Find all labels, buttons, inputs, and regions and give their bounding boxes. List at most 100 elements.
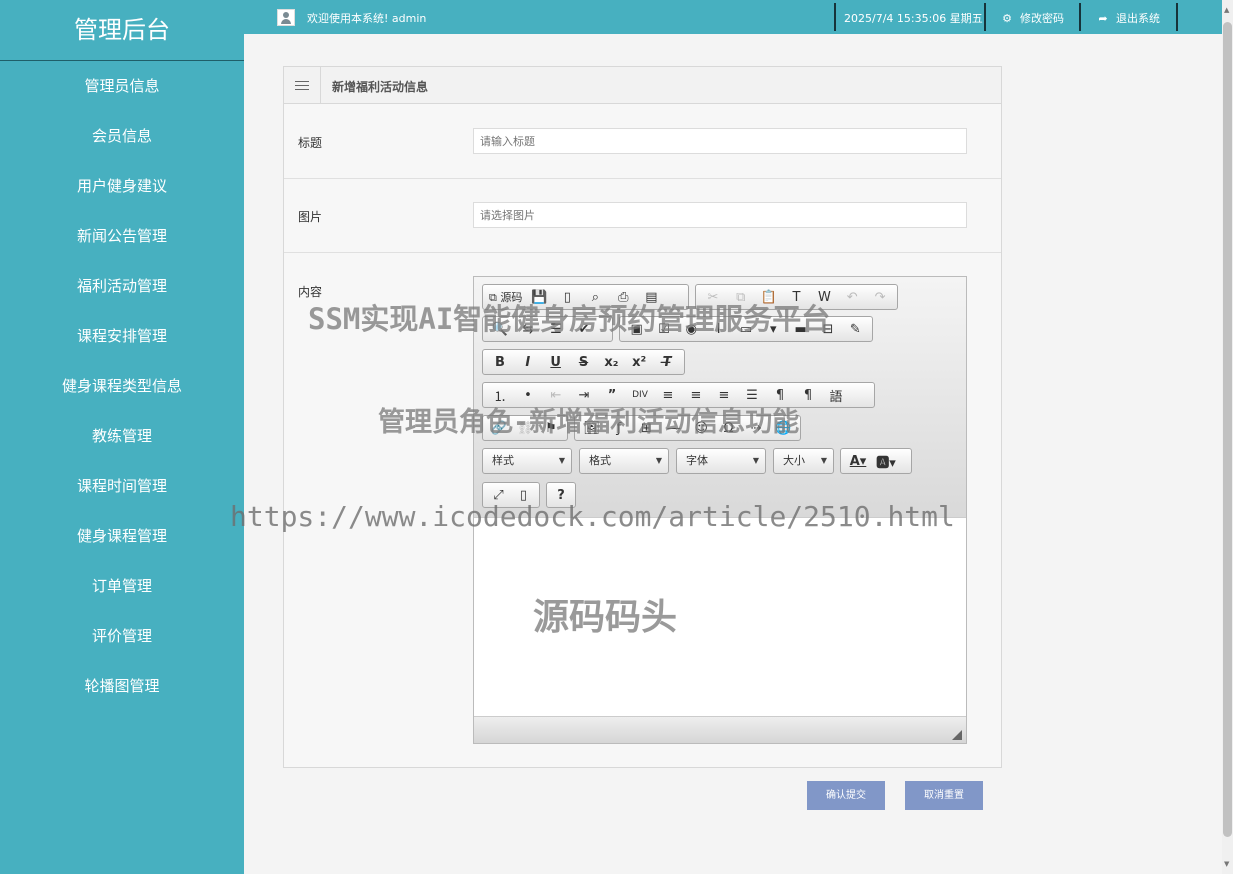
app-brand: 管理后台 bbox=[0, 0, 244, 61]
image-icon[interactable]: 🖼 bbox=[578, 421, 605, 436]
radio-icon[interactable]: ◉ bbox=[678, 322, 705, 337]
flash-icon[interactable]: ƒ bbox=[605, 421, 632, 436]
topbar-divider bbox=[1176, 3, 1178, 31]
reset-button[interactable]: 取消重置 bbox=[905, 781, 983, 810]
sidebar-item-member-info[interactable]: 会员信息 bbox=[0, 111, 244, 161]
format-dropdown-label: 格式 bbox=[589, 454, 611, 467]
align-left-icon[interactable]: ≡ bbox=[654, 388, 682, 403]
sidebar-item-welfare[interactable]: 福利活动管理 bbox=[0, 261, 244, 311]
paste-icon[interactable]: 📋 bbox=[755, 290, 783, 305]
submit-button[interactable]: 确认提交 bbox=[807, 781, 885, 810]
sidebar-item-course-time[interactable]: 课程时间管理 bbox=[0, 461, 244, 511]
size-dropdown[interactable]: 大小 ▼ bbox=[773, 448, 834, 474]
format-dropdown[interactable]: 格式 ▼ bbox=[579, 448, 669, 474]
rtl-icon[interactable]: ¶ bbox=[794, 388, 822, 403]
special-char-omega-icon[interactable]: Ω bbox=[715, 421, 742, 436]
table-icon[interactable]: ⊞ bbox=[633, 421, 660, 436]
change-password-link[interactable]: ⚙ 修改密码 bbox=[1000, 10, 1064, 26]
button-icon[interactable]: ▬ bbox=[787, 322, 814, 337]
underline-icon[interactable]: U bbox=[542, 355, 570, 370]
source-button[interactable]: ⧉ 源码 bbox=[486, 289, 525, 305]
div-container-icon[interactable]: DIV bbox=[626, 390, 654, 400]
maximize-icon[interactable]: ⤢ bbox=[486, 488, 511, 503]
help-icon[interactable]: ? bbox=[550, 488, 572, 503]
paste-word-icon[interactable]: W bbox=[810, 290, 838, 305]
link-icon[interactable]: 🔗 bbox=[486, 421, 512, 436]
sidebar-item-reviews[interactable]: 评价管理 bbox=[0, 611, 244, 661]
logout-link[interactable]: ➦ 退出系统 bbox=[1096, 10, 1160, 26]
sidebar-item-course-schedule[interactable]: 课程安排管理 bbox=[0, 311, 244, 361]
new-page-icon[interactable]: ▯ bbox=[553, 290, 581, 305]
italic-icon[interactable]: I bbox=[514, 355, 542, 370]
sidebar-item-fitness-advice[interactable]: 用户健身建议 bbox=[0, 161, 244, 211]
bulleted-list-icon[interactable]: • bbox=[514, 388, 542, 403]
find-icon[interactable]: 🔍 bbox=[486, 322, 514, 337]
cut-icon[interactable]: ✂ bbox=[699, 290, 727, 305]
styles-dropdown[interactable]: 样式 ▼ bbox=[482, 448, 572, 474]
outdent-icon[interactable]: ⇤ bbox=[542, 388, 570, 403]
hidden-field-icon[interactable]: ✎ bbox=[842, 322, 869, 337]
sidebar-item-fitness-course[interactable]: 健身课程管理 bbox=[0, 511, 244, 561]
sidebar-item-coach[interactable]: 教练管理 bbox=[0, 411, 244, 461]
help-tool-group: ? bbox=[546, 482, 576, 508]
templates-icon[interactable]: ▤ bbox=[637, 290, 665, 305]
textfield-icon[interactable]: I bbox=[705, 322, 732, 337]
iframe-globe-icon[interactable]: 🌐 bbox=[770, 421, 797, 436]
align-right-icon[interactable]: ≡ bbox=[710, 388, 738, 403]
sidebar-item-carousel[interactable]: 轮播图管理 bbox=[0, 661, 244, 711]
scroll-up-arrow-icon[interactable]: ▲ bbox=[1224, 6, 1229, 14]
title-input[interactable] bbox=[473, 128, 967, 154]
editor-content-area[interactable] bbox=[474, 518, 966, 717]
numbered-list-icon[interactable]: ⒈ bbox=[486, 386, 514, 405]
blockquote-icon[interactable]: ” bbox=[598, 388, 626, 403]
bold-icon[interactable]: B bbox=[486, 355, 514, 370]
text-color-icon[interactable]: A▾ bbox=[844, 454, 872, 469]
save-icon[interactable]: 💾 bbox=[525, 290, 553, 305]
dropdown-arrow-icon: ▼ bbox=[558, 456, 565, 465]
checkbox-icon[interactable]: ☑ bbox=[650, 322, 677, 337]
title-row: 标题 bbox=[284, 104, 1001, 179]
ltr-icon[interactable]: ¶ bbox=[766, 388, 794, 403]
replace-icon[interactable]: ⇆ bbox=[514, 322, 542, 337]
remove-format-icon[interactable]: T̶ bbox=[653, 355, 681, 370]
horizontal-rule-icon[interactable]: ― bbox=[660, 421, 687, 436]
resize-grip-icon[interactable] bbox=[952, 730, 962, 740]
copy-icon[interactable]: ⧉ bbox=[727, 290, 755, 305]
scroll-thumb[interactable] bbox=[1223, 22, 1232, 837]
subscript-icon[interactable]: x₂ bbox=[597, 355, 625, 370]
smiley-icon[interactable]: ☺ bbox=[688, 421, 715, 436]
clipboard-tool-group: ✂ ⧉ 📋 T W ↶ ↷ bbox=[695, 284, 898, 310]
scroll-down-arrow-icon[interactable]: ▼ bbox=[1224, 860, 1229, 868]
topbar-divider bbox=[834, 3, 836, 31]
spellcheck-icon[interactable]: ✔ bbox=[570, 322, 598, 337]
show-blocks-icon[interactable]: ▯ bbox=[511, 488, 536, 503]
background-color-icon[interactable]: 🅰▾ bbox=[872, 452, 900, 471]
select-icon[interactable]: ▾ bbox=[760, 322, 787, 337]
preview-icon[interactable]: ⌕ bbox=[581, 290, 609, 305]
image-input[interactable] bbox=[473, 202, 967, 228]
superscript-icon[interactable]: x² bbox=[625, 355, 653, 370]
print-icon[interactable]: ⎙ bbox=[609, 290, 637, 305]
strike-icon[interactable]: S bbox=[570, 355, 598, 370]
sidebar-item-news[interactable]: 新闻公告管理 bbox=[0, 211, 244, 261]
page-scrollbar[interactable]: ▲ ▼ bbox=[1222, 0, 1233, 874]
redo-icon[interactable]: ↷ bbox=[866, 290, 894, 305]
align-center-icon[interactable]: ≡ bbox=[682, 388, 710, 403]
font-dropdown[interactable]: 字体 ▼ bbox=[676, 448, 766, 474]
anchor-flag-icon[interactable]: ⚑ bbox=[538, 421, 564, 436]
list-icon bbox=[284, 67, 321, 103]
unlink-icon[interactable]: ⛓ bbox=[512, 421, 538, 436]
page-break-icon[interactable]: ⇢ bbox=[742, 421, 769, 436]
justify-icon[interactable]: ☰ bbox=[738, 388, 766, 403]
sidebar-item-orders[interactable]: 订单管理 bbox=[0, 561, 244, 611]
textarea-icon[interactable]: ▭ bbox=[732, 322, 759, 337]
indent-icon[interactable]: ⇥ bbox=[570, 388, 598, 403]
paste-text-icon[interactable]: T bbox=[783, 290, 811, 305]
select-all-icon[interactable]: ☰ bbox=[542, 322, 570, 337]
image-button-icon[interactable]: ⊟ bbox=[814, 322, 841, 337]
language-icon[interactable]: 語 bbox=[822, 386, 850, 405]
sidebar-item-course-type[interactable]: 健身课程类型信息 bbox=[0, 361, 244, 411]
undo-icon[interactable]: ↶ bbox=[838, 290, 866, 305]
form-icon[interactable]: ▣ bbox=[623, 322, 650, 337]
sidebar-item-admin-info[interactable]: 管理员信息 bbox=[0, 61, 244, 111]
